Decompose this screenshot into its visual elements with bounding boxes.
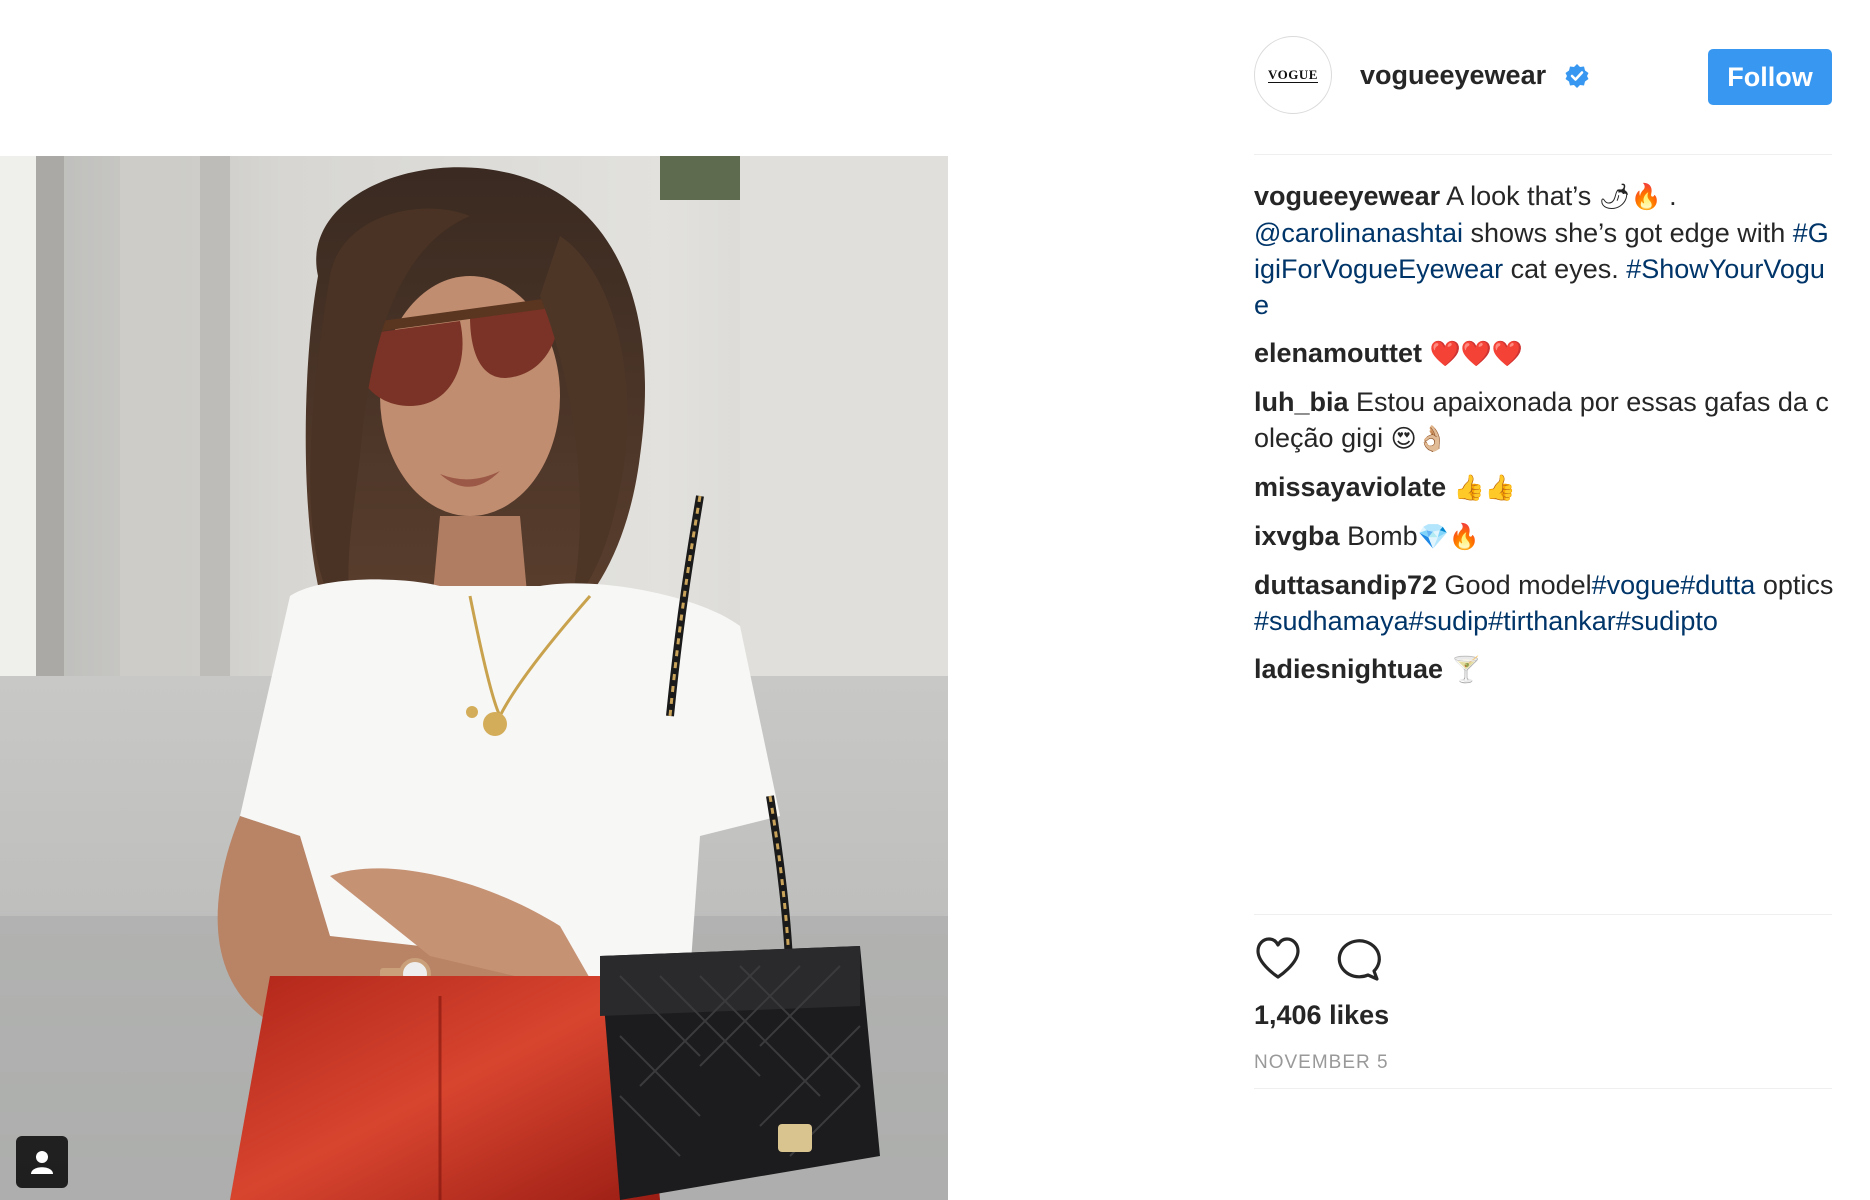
comment-hashtag-link[interactable]: #dutta [1680,570,1755,600]
comment-emoji: 👍👍 [1453,473,1516,502]
photo-illustration [0,156,948,1200]
comment-username[interactable]: luh_bia [1254,387,1349,417]
comment-emoji: 😍👌🏼 [1390,424,1448,453]
post-date: NOVEMBER 5 [1254,1052,1389,1073]
caption-text-period: . [1661,181,1677,211]
comment-text: Bomb [1347,521,1418,551]
post-actions [1254,935,1832,985]
comment-username[interactable]: missayaviolate [1254,472,1446,502]
comment-item: elenamouttet ❤️❤️❤️ [1254,335,1834,372]
post-photo[interactable] [0,156,948,1200]
heart-icon[interactable] [1254,935,1302,983]
comment-emoji: ❤️❤️❤️ [1429,339,1523,368]
caption-emoji: 🌶🔥 [1598,182,1662,211]
comment-hashtag-link[interactable]: #sudhamaya [1254,606,1409,636]
tagged-user-icon [31,1151,53,1174]
comment-item: missayaviolate 👍👍 [1254,469,1834,506]
post-header: VOGUE vogueeyewear Follow [1254,36,1832,118]
comment-text: Good model [1444,570,1592,600]
header-divider [1254,154,1832,155]
comment-item: luh_bia Estou apaixonada por essas gafas… [1254,384,1834,457]
verified-badge-icon [1565,64,1589,88]
comments-list: vogueeyewear A look that’s 🌶🔥 . @carolin… [1254,178,1834,700]
follow-button[interactable]: Follow [1708,49,1832,105]
avatar-logo-text: VOGUE [1268,66,1318,83]
tag-people-button[interactable] [16,1136,68,1188]
header-username[interactable]: vogueeyewear [1360,60,1546,91]
comment-item: ladiesnightuae 🍸 [1254,651,1834,688]
comment-emoji: 💎🔥 [1417,522,1480,551]
comment-username[interactable]: elenamouttet [1254,338,1422,368]
avatar[interactable]: VOGUE [1254,36,1332,114]
comment-item: ixvgba Bomb💎🔥 [1254,518,1834,555]
comment-hashtag-link[interactable]: #tirthankar [1488,606,1616,636]
comment-username[interactable]: ixvgba [1254,521,1340,551]
comment-username[interactable]: ladiesnightuae [1254,654,1443,684]
comment-emoji: 🍸 [1450,655,1482,684]
footer-divider [1254,1088,1832,1089]
comment-hashtag-link[interactable]: #vogue [1592,570,1681,600]
comment-hashtag-link[interactable]: #sudip [1409,606,1489,636]
comment-username[interactable]: duttasandip72 [1254,570,1437,600]
post-info-panel: VOGUE vogueeyewear Follow vogueeyewear A… [1254,0,1834,1200]
comment-hashtag-link[interactable]: #sudipto [1616,606,1718,636]
actions-divider [1254,914,1832,915]
likes-count[interactable]: 1,406 likes [1254,1000,1389,1031]
caption-text-2: shows she’s got edge with [1463,218,1793,248]
caption-text: A look that’s [1446,181,1592,211]
caption-text-3: cat eyes. [1503,254,1627,284]
comment-bubble-icon[interactable] [1334,935,1382,983]
caption-username[interactable]: vogueeyewear [1254,181,1440,211]
caption-mention-link[interactable]: @carolinanashtai [1254,218,1463,248]
comment-text-2: optics [1762,570,1834,600]
caption: vogueeyewear A look that’s 🌶🔥 . @carolin… [1254,178,1834,323]
comment-item: duttasandip72 Good model#vogue#dutta opt… [1254,567,1834,639]
